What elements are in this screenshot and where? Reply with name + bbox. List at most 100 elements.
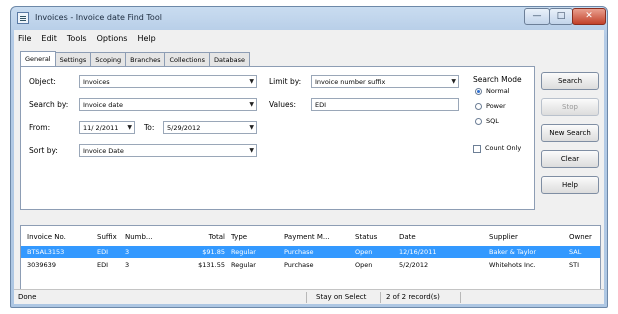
object-dropdown[interactable]: Invoices ▼ — [79, 75, 257, 88]
type-cell: Regular — [231, 261, 256, 269]
supplier-cell: Baker & Taylor — [489, 248, 537, 256]
menu-help[interactable]: Help — [137, 34, 155, 43]
chevron-down-icon: ▼ — [249, 147, 254, 154]
number-cell: 3 — [125, 261, 130, 269]
status-bar: Done Stay on Select 2 of 2 record(s) — [14, 289, 604, 304]
stay-on-select-indicator: Stay on Select — [316, 293, 367, 301]
status-cell: Open — [355, 261, 373, 269]
title-bar[interactable]: Invoices - Invoice date Find Tool — □ ✕ — [11, 7, 607, 29]
object-value: Invoices — [83, 77, 110, 86]
sort-by-label: Sort by: — [29, 146, 58, 155]
status-cell: Open — [355, 248, 373, 256]
count-only-label: Count Only — [485, 144, 522, 152]
sort-by-value: Invoice Date — [83, 146, 124, 155]
search-button[interactable]: Search — [541, 72, 599, 90]
general-tab-panel: Object: Invoices ▼ Search by: Invoice da… — [20, 66, 535, 210]
from-date-value: 11/ 2/2011 — [83, 123, 119, 132]
tab-database[interactable]: Database — [209, 52, 251, 66]
menu-tools[interactable]: Tools — [67, 34, 87, 43]
column-header-status[interactable]: Status — [355, 231, 385, 243]
status-divider — [306, 292, 307, 303]
new-search-button[interactable]: New Search — [541, 124, 599, 142]
close-button[interactable]: ✕ — [572, 8, 606, 25]
stop-button[interactable]: Stop — [541, 98, 599, 116]
results-header-row: Invoice No. Suffix Numb... Total Type Pa… — [21, 231, 600, 243]
invoice-no-cell: 3039639 — [27, 261, 56, 269]
column-header-owner[interactable]: Owner — [569, 231, 599, 243]
app-window: Invoices - Invoice date Find Tool — □ ✕ … — [10, 6, 608, 308]
chevron-down-icon: ▼ — [127, 124, 132, 131]
search-mode-power-label: Power — [486, 102, 506, 110]
sort-by-dropdown[interactable]: Invoice Date ▼ — [79, 144, 257, 157]
search-by-value: Invoice date — [83, 100, 123, 109]
owner-cell: STI — [569, 261, 580, 269]
tab-collections[interactable]: Collections — [164, 52, 211, 66]
tab-branches[interactable]: Branches — [125, 52, 166, 66]
column-header-number[interactable]: Numb... — [125, 231, 165, 243]
column-header-invoice-no[interactable]: Invoice No. — [27, 231, 79, 243]
limit-by-dropdown[interactable]: Invoice number suffix ▼ — [311, 75, 459, 88]
owner-cell: SAL — [569, 248, 582, 256]
to-date-value: 5/29/2012 — [167, 123, 201, 132]
suffix-cell: EDI — [97, 248, 109, 256]
column-header-date[interactable]: Date — [399, 231, 441, 243]
tab-strip: General Settings Scoping Branches Collec… — [20, 51, 251, 66]
number-cell: 3 — [125, 248, 130, 256]
window-title: Invoices - Invoice date Find Tool — [35, 13, 162, 22]
status-text: Done — [18, 293, 37, 301]
search-mode-normal-radio[interactable] — [475, 88, 482, 95]
search-mode-normal-label: Normal — [486, 87, 510, 95]
supplier-cell: Whitehots Inc. — [489, 261, 536, 269]
menu-edit[interactable]: Edit — [41, 34, 57, 43]
results-grid: Invoice No. Suffix Numb... Total Type Pa… — [20, 225, 601, 293]
column-header-payment-method[interactable]: Payment M... — [284, 231, 344, 243]
total-cell: $131.55 — [198, 261, 225, 269]
column-header-type[interactable]: Type — [231, 231, 263, 243]
client-area: General Settings Scoping Branches Collec… — [14, 46, 604, 304]
help-button[interactable]: Help — [541, 176, 599, 194]
type-cell: Regular — [231, 248, 256, 256]
values-label: Values: — [269, 100, 297, 109]
total-cell: $91.85 — [202, 248, 225, 256]
search-by-dropdown[interactable]: Invoice date ▼ — [79, 98, 257, 111]
menu-options[interactable]: Options — [97, 34, 128, 43]
payment-method-cell: Purchase — [284, 261, 314, 269]
status-divider — [380, 292, 381, 303]
search-mode-sql-radio[interactable] — [475, 118, 482, 125]
chevron-down-icon: ▼ — [249, 78, 254, 85]
chevron-down-icon: ▼ — [451, 78, 456, 85]
tab-scoping[interactable]: Scoping — [90, 52, 127, 66]
maximize-button[interactable]: □ — [549, 8, 573, 25]
table-row[interactable]: 3039639 EDI 3 $131.55 Regular Purchase O… — [21, 259, 600, 271]
menu-file[interactable]: File — [18, 34, 31, 43]
date-cell: 5/2/2012 — [399, 261, 429, 269]
search-mode-sql-label: SQL — [486, 117, 499, 125]
table-row[interactable]: BTSAL3153 EDI 3 $91.85 Regular Purchase … — [21, 246, 600, 258]
column-header-total[interactable]: Total — [181, 231, 225, 243]
search-mode-power-radio[interactable] — [475, 103, 482, 110]
invoice-no-cell: BTSAL3153 — [27, 248, 65, 256]
to-label: To: — [144, 123, 155, 132]
column-header-supplier[interactable]: Supplier — [489, 231, 539, 243]
date-cell: 12/16/2011 — [399, 248, 437, 256]
from-date-picker[interactable]: 11/ 2/2011 ▼ — [79, 121, 135, 134]
chevron-down-icon: ▼ — [249, 101, 254, 108]
values-input[interactable]: EDI — [311, 98, 459, 111]
chevron-down-icon: ▼ — [249, 124, 254, 131]
app-icon — [17, 12, 29, 24]
object-label: Object: — [29, 77, 56, 86]
limit-by-label: Limit by: — [269, 77, 302, 86]
to-date-picker[interactable]: 5/29/2012 ▼ — [163, 121, 257, 134]
search-by-label: Search by: — [29, 100, 69, 109]
minimize-button[interactable]: — — [524, 8, 550, 25]
values-value: EDI — [315, 100, 327, 109]
payment-method-cell: Purchase — [284, 248, 314, 256]
count-only-checkbox[interactable] — [473, 145, 481, 153]
tab-general[interactable]: General — [20, 51, 56, 66]
from-label: From: — [29, 123, 51, 132]
clear-button[interactable]: Clear — [541, 150, 599, 168]
search-mode-label: Search Mode — [473, 75, 522, 84]
column-header-suffix[interactable]: Suffix — [97, 231, 121, 243]
record-count: 2 of 2 record(s) — [386, 293, 440, 301]
tab-settings[interactable]: Settings — [54, 52, 92, 66]
